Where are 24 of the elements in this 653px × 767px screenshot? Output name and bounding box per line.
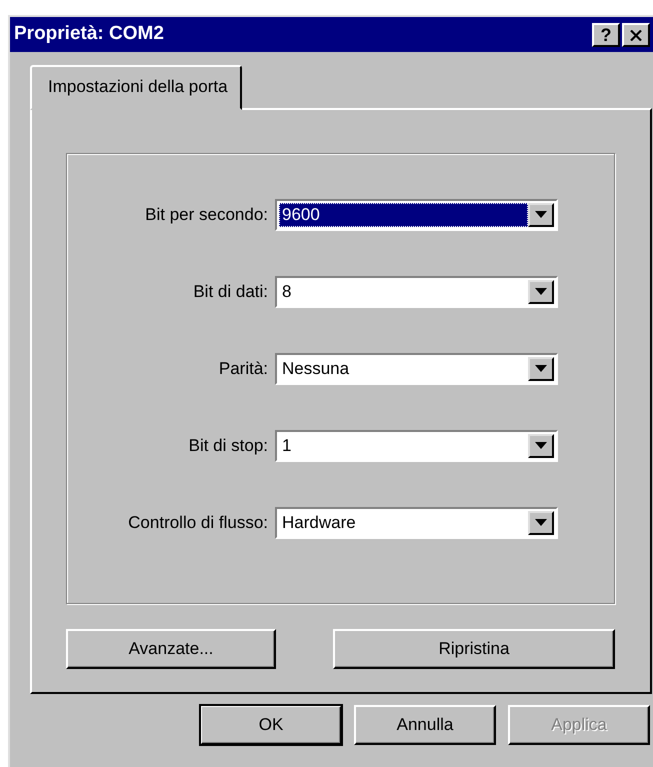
cancel-button[interactable]: Annulla xyxy=(354,704,496,744)
field-label: Bit di stop: xyxy=(188,434,269,457)
dropdown-field[interactable]: 8 xyxy=(275,276,558,308)
field-label: Controllo di flusso: xyxy=(127,512,269,534)
restore-button[interactable]: Ripristina xyxy=(333,628,615,668)
dropdown-field[interactable]: 1 xyxy=(275,430,558,462)
close-icon[interactable] xyxy=(630,30,642,42)
tab[interactable]: Impostazioni della porta xyxy=(30,65,242,110)
field-label: Parità: xyxy=(218,358,269,380)
dropdown-arrow-icon[interactable] xyxy=(535,288,547,295)
dropdown-field[interactable]: Nessuna xyxy=(275,352,558,384)
close-button[interactable] xyxy=(622,22,650,46)
field-label: Bit per secondo: xyxy=(144,204,269,226)
advanced-button[interactable]: Avanzate... xyxy=(66,628,276,668)
window-title: Proprietà: COM2 xyxy=(14,22,165,46)
dropdown-arrow-icon[interactable] xyxy=(535,365,547,372)
dropdown-field[interactable]: 9600 xyxy=(275,198,558,230)
dropdown-field[interactable]: Hardware xyxy=(275,506,558,538)
dropdown-arrow-icon[interactable] xyxy=(535,442,547,449)
help-button[interactable]: ? xyxy=(592,22,620,46)
dropdown-arrow-icon[interactable] xyxy=(535,211,547,218)
field-label: Bit di dati: xyxy=(192,280,269,303)
dropdown-arrow-icon[interactable] xyxy=(535,519,547,526)
ok-button[interactable]: OK xyxy=(200,704,342,744)
